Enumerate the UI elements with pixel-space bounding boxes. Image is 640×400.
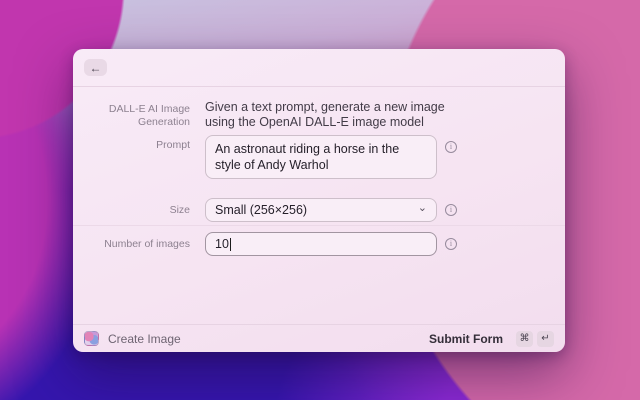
- prompt-info-icon[interactable]: i: [445, 141, 457, 153]
- raycast-command-window: ← DALL-E AI Image Generation Given a tex…: [73, 49, 565, 352]
- action-bar: Create Image Submit Form ⌘ ↵: [73, 324, 565, 352]
- size-info-icon[interactable]: i: [445, 204, 457, 216]
- count-label: Number of images: [104, 238, 190, 250]
- back-button[interactable]: ←: [84, 59, 107, 76]
- dalle-extension-icon: [84, 331, 99, 346]
- prompt-label: Prompt: [156, 139, 190, 151]
- number-of-images-input[interactable]: 10: [205, 232, 437, 256]
- command-header-row: DALL-E AI Image Generation Given a text …: [73, 99, 565, 130]
- window-titlebar: ←: [73, 49, 565, 87]
- submit-form-button[interactable]: Submit Form: [429, 332, 503, 346]
- count-value: 10: [215, 237, 229, 251]
- prompt-value: An astronaut riding a horse in the style…: [215, 142, 400, 172]
- size-value: Small (256×256): [215, 203, 308, 217]
- action-bar-command-name: Create Image: [108, 331, 181, 346]
- form-separator: [73, 225, 565, 226]
- size-field-row: Size Small (256×256) ⌄ i: [73, 198, 565, 222]
- count-field-row: Number of images 10 i: [73, 232, 565, 256]
- prompt-textarea[interactable]: An astronaut riding a horse in the style…: [205, 135, 437, 179]
- size-label: Size: [169, 204, 190, 216]
- back-arrow-icon: ←: [89, 60, 102, 75]
- size-dropdown[interactable]: Small (256×256) ⌄: [205, 198, 437, 222]
- return-key-icon: ↵: [537, 330, 554, 347]
- chevron-down-icon: ⌄: [417, 201, 427, 214]
- form-content: DALL-E AI Image Generation Given a text …: [73, 87, 565, 324]
- command-key-icon: ⌘: [516, 330, 533, 347]
- command-title-label: DALL-E AI Image Generation: [108, 103, 190, 128]
- count-info-icon[interactable]: i: [445, 238, 457, 250]
- text-cursor: [229, 237, 231, 251]
- command-description: Given a text prompt, generate a new imag…: [205, 100, 445, 129]
- prompt-field-row: Prompt An astronaut riding a horse in th…: [73, 135, 565, 179]
